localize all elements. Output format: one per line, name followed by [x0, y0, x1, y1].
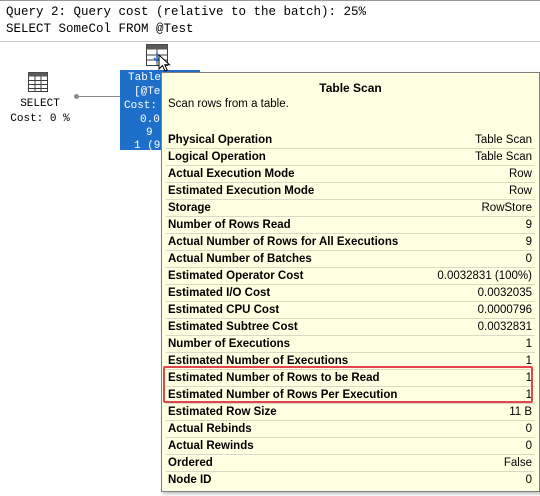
property-row: Estimated CPU Cost 0.0000796 — [162, 302, 539, 319]
property-name: Number of Executions — [168, 338, 291, 350]
property-name: Estimated Row Size — [168, 406, 277, 418]
property-value: 1 — [525, 338, 532, 350]
property-row: Ordered False — [162, 455, 539, 472]
property-value: Table Scan — [475, 134, 532, 146]
property-name: Actual Rebinds — [168, 423, 252, 435]
property-value: 0 — [525, 474, 532, 486]
property-name: Storage — [168, 202, 211, 214]
query-sql-line: SELECT SomeCol FROM @Test — [6, 22, 194, 36]
property-name: Ordered — [168, 457, 213, 469]
tooltip-title: Table Scan — [319, 81, 382, 95]
property-name: Estimated Operator Cost — [168, 270, 304, 282]
property-row: Actual Number of Rows for All Executions… — [162, 234, 539, 251]
property-value: 1 — [525, 355, 532, 367]
property-value: 0 — [525, 440, 532, 452]
scan-node-line: 0.0 — [140, 114, 160, 126]
scan-node-line: Table — [128, 72, 162, 84]
property-value: 0 — [525, 253, 532, 265]
select-operator-node[interactable]: SELECT Cost: 0 % — [0, 68, 80, 128]
property-row: Number of Rows Read 9 — [162, 217, 539, 234]
tooltip-property-list: Physical Operation Table Scan Logical Ope… — [162, 132, 539, 489]
property-name: Physical Operation — [168, 134, 273, 146]
property-value: 0.0000796 — [477, 304, 532, 316]
property-name: Node ID — [168, 474, 212, 486]
query-header: Query 2: Query cost (relative to the bat… — [0, 0, 540, 42]
property-value: Row — [508, 168, 532, 180]
property-name: Logical Operation — [168, 151, 266, 163]
property-value: 1 — [525, 389, 532, 401]
property-value: RowStore — [481, 202, 533, 214]
property-name: Actual Number of Batches — [168, 253, 312, 265]
property-row: Storage RowStore — [162, 200, 539, 217]
property-value: 11 B — [509, 406, 532, 418]
property-row: Estimated Number of Rows to be Read 1 — [162, 370, 539, 387]
property-value: 9 — [525, 219, 532, 231]
property-value: Row — [508, 185, 532, 197]
plan-connector-line — [76, 96, 120, 97]
scan-node-line: 1 (9 — [134, 140, 161, 150]
property-value: 1 — [525, 372, 532, 384]
property-row: Physical Operation Table Scan — [162, 132, 539, 149]
query-cost-line: Query 2: Query cost (relative to the bat… — [6, 5, 367, 19]
property-name: Estimated I/O Cost — [168, 287, 271, 299]
property-value: 0.0032831 (100%) — [437, 270, 532, 282]
scan-node-line: 9 — [146, 127, 153, 139]
property-row: Estimated Operator Cost 0.0032831 (100%) — [162, 268, 539, 285]
property-row: Actual Execution Mode Row — [162, 166, 539, 183]
property-name: Actual Number of Rows for All Executions — [168, 236, 399, 248]
property-row: Node ID 0 — [162, 472, 539, 489]
property-row: Actual Rebinds 0 — [162, 421, 539, 438]
property-value: Table Scan — [475, 151, 532, 163]
property-value: 0.0032831 — [477, 321, 532, 333]
plan-connector-dot — [74, 94, 79, 99]
property-row: Estimated Number of Executions 1 — [162, 353, 539, 370]
property-value: False — [503, 457, 532, 469]
property-name: Estimated CPU Cost — [168, 304, 280, 316]
property-name: Actual Execution Mode — [168, 168, 295, 180]
scan-node-line: Cost: — [124, 100, 158, 112]
property-name: Estimated Number of Executions — [168, 355, 349, 367]
operator-properties-tooltip: Table Scan Scan rows from a table. Physi… — [161, 72, 540, 492]
property-row: Number of Executions 1 — [162, 336, 539, 353]
property-row: Estimated Subtree Cost 0.0032831 — [162, 319, 539, 336]
select-node-cost: Cost: 0 % — [10, 113, 70, 125]
property-row: Estimated Row Size 11 B — [162, 404, 539, 421]
property-value: 0 — [525, 423, 532, 435]
property-value: 0.0032035 — [477, 287, 532, 299]
property-row: Estimated Number of Rows Per Execution 1 — [162, 387, 539, 404]
mouse-pointer-icon — [158, 54, 171, 72]
property-value: 9 — [525, 236, 532, 248]
property-name: Actual Rewinds — [168, 440, 254, 452]
property-row: Actual Number of Batches 0 — [162, 251, 539, 268]
property-name: Number of Rows Read — [168, 219, 291, 231]
property-row: Actual Rewinds 0 — [162, 438, 539, 455]
property-name: Estimated Execution Mode — [168, 185, 315, 197]
property-name: Estimated Number of Rows Per Execution — [168, 389, 398, 401]
property-name: Estimated Subtree Cost — [168, 321, 298, 333]
scan-node-line: [@Te — [134, 86, 161, 98]
select-results-grid-icon — [28, 72, 48, 92]
select-node-label: SELECT — [20, 98, 60, 110]
tooltip-description: Scan rows from a table. — [168, 98, 289, 110]
property-name: Estimated Number of Rows to be Read — [168, 372, 380, 384]
property-row: Logical Operation Table Scan — [162, 149, 539, 166]
property-row: Estimated I/O Cost 0.0032035 — [162, 285, 539, 302]
property-row: Estimated Execution Mode Row — [162, 183, 539, 200]
